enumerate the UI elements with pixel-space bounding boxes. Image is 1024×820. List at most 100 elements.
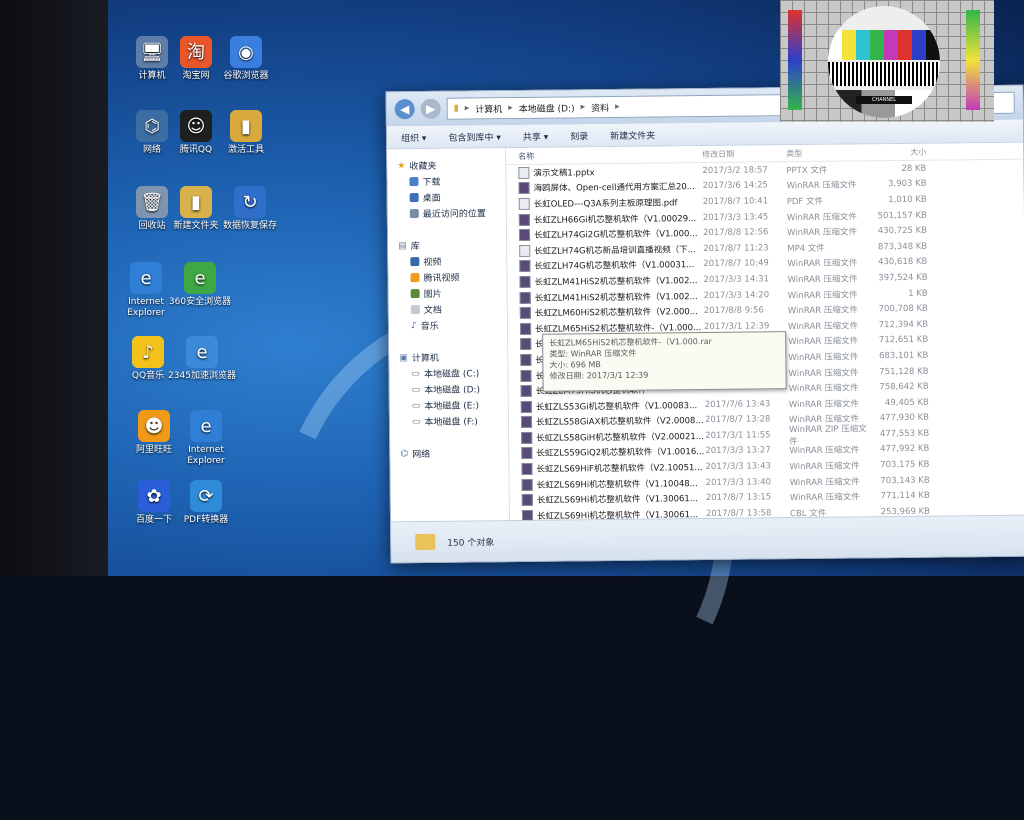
desktop-icon[interactable]: e 2345加速浏览器	[166, 336, 238, 382]
desktop-icon[interactable]: ▮ 激活工具	[210, 110, 282, 156]
nav-drive-f[interactable]: ▭ 本地磁盘 (F:)	[412, 414, 508, 428]
network-icon: ⌬	[400, 448, 409, 459]
star-icon: ★	[397, 160, 406, 171]
file-date: 2017/3/3 14:20	[703, 289, 770, 301]
nav-favorites[interactable]: ★ 收藏夹	[397, 158, 505, 172]
desktop-icon-label: Internet Explorer	[187, 445, 225, 466]
file-type: WinRAR 压缩文件	[788, 352, 859, 364]
file-name: 长虹ZLS58GiAX机芯整机软件（V2.0008...	[509, 414, 705, 429]
include-in-library-button[interactable]: 包含到库中 ▾	[448, 130, 500, 144]
nav-item-pictures[interactable]: 图片	[410, 286, 507, 300]
back-button[interactable]: ◀	[394, 99, 415, 120]
desktop-icon[interactable]: ⟳ PDF转换器	[170, 480, 242, 526]
test-pattern-resolution-bars	[828, 62, 940, 86]
file-type: WinRAR 压缩文件	[787, 274, 858, 286]
app-icon: e	[184, 262, 216, 294]
nav-item-tencent-video[interactable]: 腾讯视频	[410, 270, 506, 284]
file-size: 477,553 KB	[879, 428, 930, 440]
file-type: WinRAR 压缩文件	[788, 383, 859, 395]
breadcrumb-folder[interactable]: 资料	[591, 101, 609, 114]
file-size: 712,651 KB	[878, 335, 929, 346]
share-button[interactable]: 共享 ▾	[523, 129, 548, 142]
forward-button[interactable]: ▶	[420, 98, 441, 119]
archive-icon	[520, 353, 532, 366]
test-pattern-grey-scale	[828, 90, 940, 118]
color-bar	[856, 30, 870, 60]
breadcrumb-drive-d[interactable]: 本地磁盘 (D:)	[519, 101, 575, 115]
archive-icon	[520, 400, 532, 413]
file-type: MP4 文件	[787, 243, 825, 254]
desktop-icon	[409, 193, 419, 203]
file-date: 2017/3/3 13:27	[705, 445, 771, 457]
burn-button[interactable]: 刻录	[570, 129, 588, 142]
file-date: 2017/7/6 13:43	[704, 399, 771, 410]
app-icon: e	[190, 410, 222, 442]
file-list: 名称 修改日期 类型 大小 演示文稿1.pptx 2017/3/2 18:57 PP…	[506, 142, 1024, 541]
file-date: 2017/8/7 10:41	[702, 196, 769, 208]
breadcrumb-computer[interactable]: 计算机	[475, 102, 502, 115]
archive-icon	[520, 369, 532, 382]
file-date: 2017/3/3 13:40	[705, 477, 772, 488]
color-bar	[842, 30, 856, 60]
nav-item-recent[interactable]: 最近访问的位置	[409, 206, 506, 220]
download-folder-icon	[409, 177, 419, 187]
file-type: WinRAR 压缩文件	[786, 212, 857, 223]
archive-icon	[520, 384, 532, 398]
app-icon: ✿	[138, 480, 170, 512]
archive-icon	[518, 229, 531, 242]
file-date: 2017/3/3 14:31	[703, 274, 769, 285]
file-name: 长虹ZLS69Hi机芯整机软件（V1.10048...	[510, 477, 706, 491]
archive-icon	[521, 462, 533, 476]
file-type: WinRAR 压缩文件	[788, 399, 859, 410]
nav-item-downloads[interactable]: 下载	[409, 174, 505, 188]
column-size[interactable]: 大小	[870, 146, 926, 158]
organize-button[interactable]: 组织 ▾	[401, 130, 426, 143]
archive-icon	[521, 478, 533, 491]
document-icon	[410, 305, 420, 315]
desktop-icon-label: 激活工具	[227, 145, 264, 155]
archive-icon	[519, 322, 532, 335]
nav-item-videos[interactable]: 视频	[410, 254, 506, 268]
file-size: 683,101 KB	[879, 350, 929, 362]
desktop-icon-label: 谷歌浏览器	[223, 71, 269, 81]
column-date[interactable]: 修改日期	[702, 148, 786, 160]
desktop-icon[interactable]: e 360安全浏览器	[164, 262, 236, 308]
nav-item-documents[interactable]: 文档	[410, 302, 507, 316]
nav-libraries[interactable]: ▤ 库	[398, 238, 506, 252]
column-name[interactable]: 名称	[506, 149, 702, 162]
nav-network[interactable]: ⌬ 网络	[400, 446, 508, 460]
file-date: 2017/3/3 13:43	[705, 461, 771, 473]
nav-item-desktop[interactable]: 桌面	[409, 190, 506, 204]
file-date: 2017/3/1 12:39	[703, 321, 770, 332]
computer-icon: ▣	[399, 352, 408, 363]
archive-icon	[519, 260, 531, 273]
picture-icon	[410, 289, 420, 299]
desktop-icon[interactable]: ↻ 数据恢复保存	[214, 186, 286, 232]
app-icon: ☺	[180, 110, 212, 142]
app-icon: ▮	[230, 110, 262, 142]
nav-drive-e[interactable]: ▭ 本地磁盘 (E:)	[412, 398, 508, 412]
status-bar: 150 个对象	[391, 514, 1024, 563]
archive-icon	[519, 306, 531, 320]
desktop-icon-label: PDF转换器	[183, 515, 229, 525]
new-folder-button[interactable]: 新建文件夹	[610, 128, 655, 141]
monitor-bezel	[0, 0, 112, 576]
nav-item-music[interactable]: ♪ 音乐	[411, 318, 507, 332]
nav-drive-d[interactable]: ▭ 本地磁盘 (D:)	[412, 382, 508, 396]
desktop-icon[interactable]: e Internet Explorer	[170, 410, 242, 467]
drive-icon: ▭	[411, 368, 421, 379]
file-size: 700,708 KB	[878, 303, 928, 315]
file-name: 长虹ZLS58GiH机芯整机软件（V2.00021...	[509, 430, 705, 444]
nav-drive-c[interactable]: ▭ 本地磁盘 (C:)	[411, 366, 507, 380]
desktop-icon[interactable]: ◉ 谷歌浏览器	[210, 36, 282, 82]
app-icon: ◉	[230, 36, 262, 68]
tencent-video-icon	[410, 273, 420, 283]
folder-icon: ▮	[453, 103, 459, 114]
drive-icon: ▭	[411, 416, 421, 427]
column-type[interactable]: 类型	[786, 147, 870, 159]
app-icon: ▮	[180, 186, 212, 218]
nav-computer[interactable]: ▣ 计算机	[399, 350, 507, 364]
color-bar	[912, 30, 926, 60]
file-size: 477,992 KB	[880, 444, 930, 455]
file-date: 2017/8/7 10:49	[703, 258, 769, 270]
